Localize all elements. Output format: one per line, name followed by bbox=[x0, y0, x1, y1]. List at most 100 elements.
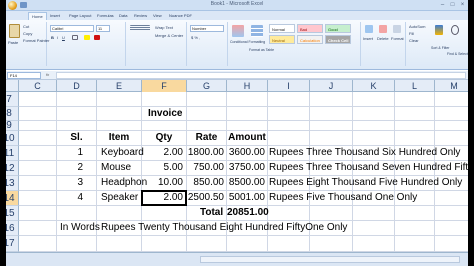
tab-insert[interactable]: Insert bbox=[47, 12, 63, 20]
align-icon[interactable] bbox=[130, 25, 150, 31]
format-as-table-icon[interactable] bbox=[251, 25, 263, 37]
cell-sl[interactable]: 4 bbox=[57, 190, 83, 205]
find-select-icon[interactable] bbox=[451, 25, 459, 35]
bold-button[interactable]: B bbox=[51, 35, 54, 40]
column-header-d[interactable]: D bbox=[57, 80, 97, 92]
paste-icon[interactable] bbox=[9, 24, 20, 38]
clear-button[interactable]: Clear bbox=[409, 38, 419, 43]
in-words-value[interactable]: Rupees Twenty Thousand Eight Hundred Fif… bbox=[101, 220, 347, 235]
font-size-select[interactable]: 11 bbox=[96, 25, 110, 32]
column-header-h[interactable]: H bbox=[227, 80, 268, 92]
fx-icon[interactable]: fx bbox=[46, 72, 49, 77]
underline-button[interactable]: U bbox=[62, 35, 65, 40]
header-rate[interactable]: Rate bbox=[187, 130, 226, 145]
cell-qty[interactable]: 2.00 bbox=[142, 190, 183, 205]
column-header-l[interactable]: L bbox=[395, 80, 435, 92]
column-header-c[interactable]: C bbox=[19, 80, 57, 92]
close-icon[interactable]: × bbox=[458, 1, 467, 9]
cell-sl[interactable]: 3 bbox=[57, 175, 83, 190]
fill-button[interactable]: Fill bbox=[409, 31, 414, 36]
style-check-cell[interactable]: Check Cell bbox=[325, 35, 351, 44]
cell-amount-words[interactable]: Rupees Three Thousand Six Hundred Only bbox=[269, 145, 460, 160]
font-color-icon[interactable] bbox=[94, 35, 100, 40]
cell-sl[interactable]: 1 bbox=[57, 145, 83, 160]
cell-item[interactable]: Mouse bbox=[101, 160, 131, 175]
tab-view[interactable]: View bbox=[150, 12, 165, 20]
cell-qty[interactable]: 10.00 bbox=[142, 175, 183, 190]
font-name-select[interactable]: Calibri bbox=[50, 25, 94, 32]
paste-button[interactable]: Paste bbox=[8, 40, 18, 45]
formula-input[interactable] bbox=[56, 72, 466, 79]
header-qty[interactable]: Qty bbox=[142, 130, 186, 145]
cell-amount[interactable]: 5001.00 bbox=[227, 190, 265, 205]
tab-home[interactable]: Home bbox=[28, 12, 47, 20]
in-words-label[interactable]: In Words bbox=[60, 220, 100, 235]
autosum-button[interactable]: AutoSum bbox=[409, 24, 425, 29]
cell-rate[interactable]: 750.00 bbox=[187, 160, 224, 175]
insert-cells-icon[interactable] bbox=[365, 25, 373, 33]
style-neutral[interactable]: Neutral bbox=[269, 35, 295, 44]
column-header-f[interactable]: F bbox=[142, 80, 187, 92]
cell-item[interactable]: Speaker bbox=[101, 190, 138, 205]
tab-data[interactable]: Data bbox=[116, 12, 130, 20]
merge-center-button[interactable]: Merge & Center bbox=[155, 33, 183, 38]
cell-amount[interactable]: 3600.00 bbox=[227, 145, 265, 160]
delete-cells-button[interactable]: Delete bbox=[377, 36, 389, 41]
horizontal-scrollbar[interactable] bbox=[200, 256, 460, 263]
name-box[interactable]: F14 bbox=[7, 72, 41, 79]
find-select-button[interactable]: Find & Select bbox=[447, 52, 468, 56]
copy-button[interactable]: Copy bbox=[23, 31, 32, 36]
cell-amount-words[interactable]: Rupees Three Thousand Seven Hundred Fift… bbox=[269, 160, 474, 175]
cell-amount-words[interactable]: Rupees Five Thousand One Only bbox=[269, 190, 417, 205]
column-header-g[interactable]: G bbox=[187, 80, 227, 92]
minimize-icon[interactable]: – bbox=[438, 1, 447, 9]
number-format-buttons[interactable]: $ % , bbox=[191, 35, 200, 40]
borders-icon[interactable] bbox=[72, 35, 78, 40]
format-cells-icon[interactable] bbox=[393, 25, 401, 33]
cell-rate[interactable]: 2500.50 bbox=[187, 190, 224, 205]
cell-item[interactable]: Headphon bbox=[101, 175, 147, 190]
style-bad[interactable]: Bad bbox=[297, 24, 323, 33]
format-painter-button[interactable]: Format Painter bbox=[23, 38, 49, 43]
cell-rate[interactable]: 850.00 bbox=[187, 175, 224, 190]
invoice-title[interactable]: Invoice bbox=[148, 106, 182, 121]
cell-amount-words[interactable]: Rupees Eight Thousand Five Hundred Only bbox=[269, 175, 462, 190]
style-calculation[interactable]: Calculation bbox=[297, 35, 323, 44]
tab-review[interactable]: Review bbox=[131, 12, 150, 20]
fill-color-icon[interactable] bbox=[84, 35, 90, 40]
format-cells-button[interactable]: Format bbox=[391, 36, 404, 41]
cell-amount[interactable]: 3750.00 bbox=[227, 160, 265, 175]
tab-page-layout[interactable]: Page Layout bbox=[66, 12, 94, 20]
cell-sl[interactable]: 2 bbox=[57, 160, 83, 175]
header-amount[interactable]: Amount bbox=[227, 130, 267, 145]
wrap-text-button[interactable]: Wrap Text bbox=[155, 25, 173, 30]
cell-qty[interactable]: 2.00 bbox=[142, 145, 183, 160]
cell-amount[interactable]: 8500.00 bbox=[227, 175, 265, 190]
cell-item[interactable]: Keyboard bbox=[101, 145, 144, 160]
style-normal[interactable]: Normal bbox=[269, 24, 295, 33]
delete-cells-icon[interactable] bbox=[379, 25, 387, 33]
sort-filter-icon[interactable] bbox=[435, 25, 443, 35]
column-header-k[interactable]: K bbox=[353, 80, 395, 92]
tab-nuance-pdf[interactable]: Nuance PDF bbox=[166, 12, 195, 20]
sort-filter-button[interactable]: Sort & Filter bbox=[431, 46, 449, 50]
cell-qty[interactable]: 5.00 bbox=[142, 160, 183, 175]
format-as-table-button[interactable]: Format as Table bbox=[249, 48, 274, 52]
column-header-i[interactable]: I bbox=[268, 80, 310, 92]
style-good[interactable]: Good bbox=[325, 24, 351, 33]
column-header-j[interactable]: J bbox=[310, 80, 353, 92]
conditional-formatting-icon[interactable] bbox=[232, 25, 244, 37]
column-header-e[interactable]: E bbox=[97, 80, 142, 92]
conditional-formatting-button[interactable]: Conditional Formatting bbox=[230, 40, 265, 44]
insert-cells-button[interactable]: Insert bbox=[363, 36, 373, 41]
total-label[interactable]: Total bbox=[200, 205, 223, 220]
header-item[interactable]: Item bbox=[97, 130, 141, 145]
maximize-icon[interactable]: □ bbox=[448, 1, 457, 9]
italic-button[interactable]: I bbox=[57, 35, 58, 40]
number-format-select[interactable]: Number bbox=[190, 25, 224, 32]
cut-button[interactable]: Cut bbox=[23, 24, 29, 29]
tab-formulas[interactable]: Formulas bbox=[94, 12, 117, 20]
header-sl[interactable]: Sl. bbox=[57, 130, 96, 145]
total-value[interactable]: 20851.00 bbox=[227, 205, 269, 220]
cell-rate[interactable]: 1800.00 bbox=[187, 145, 224, 160]
